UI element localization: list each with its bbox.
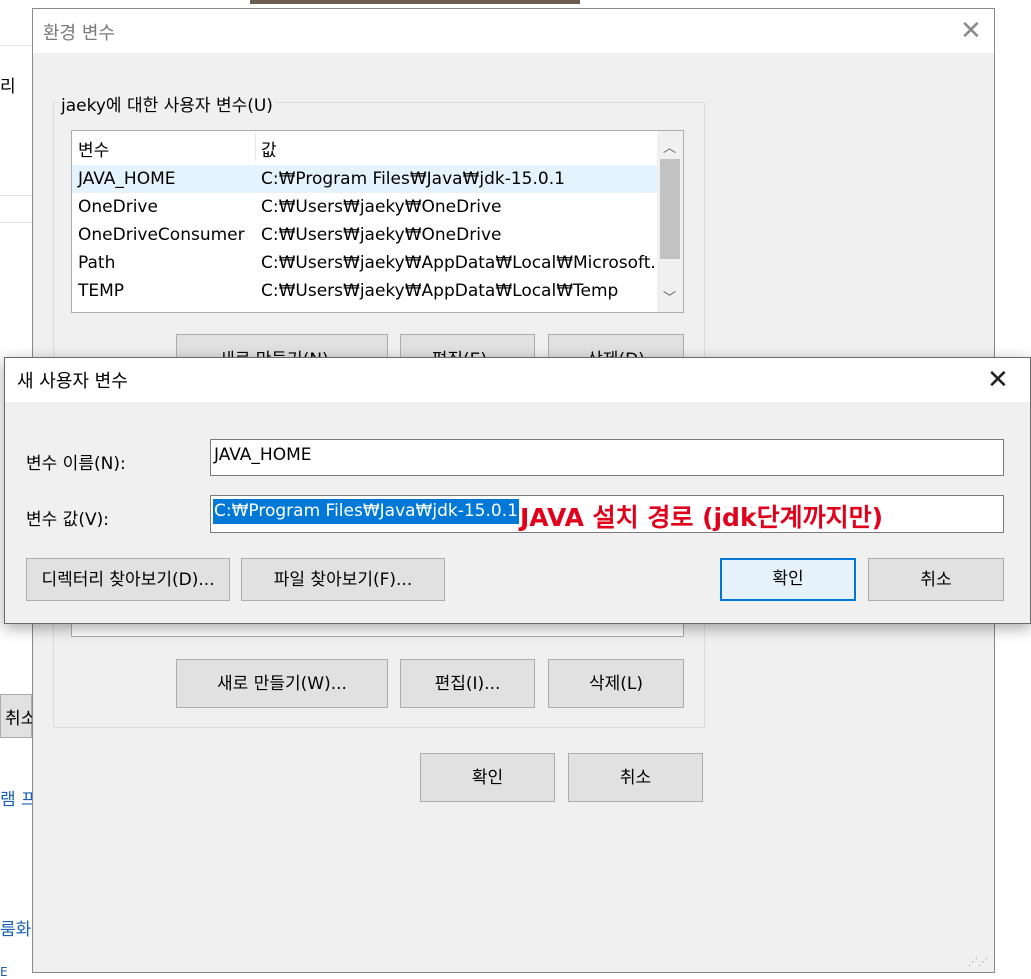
divider — [0, 45, 32, 46]
cancel-button[interactable]: 취소 — [868, 558, 1004, 601]
user-variables-list[interactable]: 변수 값 JAVA_HOME C:₩Program Files₩Java₩jdk… — [71, 130, 684, 313]
close-icon[interactable]: ✕ — [960, 18, 982, 44]
list-row[interactable]: OneDrive C:₩Users₩jaeky₩OneDrive — [72, 193, 657, 221]
row-value: C:₩Users₩jaeky₩OneDrive — [261, 225, 502, 245]
system-edit-button[interactable]: 편집(I)... — [400, 659, 535, 708]
system-delete-button[interactable]: 삭제(L) — [548, 659, 684, 708]
column-header-name[interactable]: 변수 — [78, 136, 109, 161]
variable-name-label: 변수 이름(N): — [26, 454, 126, 474]
variable-value-input[interactable]: C:₩Program Files₩Java₩jdk-15.0.1 JAVA 설치… — [210, 495, 1004, 533]
title-bar: 환경 변수 ✕ — [33, 9, 994, 53]
row-value: C:₩Program Files₩Java₩jdk-15.0.1 — [261, 169, 565, 189]
background-text: 리 — [0, 77, 16, 97]
chevron-up-icon[interactable]: ︿ — [663, 137, 676, 156]
background-cancel-button[interactable]: 취소 — [0, 694, 36, 738]
browse-file-button[interactable]: 파일 찾아보기(F)... — [241, 558, 445, 601]
title-bar: 새 사용자 변수 ✕ — [5, 358, 1030, 402]
list-row[interactable]: Path C:₩Users₩jaeky₩AppData₩Local₩Micros… — [72, 249, 667, 277]
variable-name-input[interactable]: JAVA_HOME — [210, 439, 1004, 476]
list-row[interactable]: TEMP C:₩Users₩jaeky₩AppData₩Local₩Temp — [72, 277, 657, 305]
row-name: JAVA_HOME — [78, 169, 176, 189]
user-variables-group-label: jaeky에 대한 사용자 변수(U) — [59, 91, 275, 116]
dialog-title: 환경 변수 — [43, 23, 115, 44]
variable-value-label: 변수 값(V): — [26, 510, 109, 530]
background-photo-strip — [250, 0, 580, 4]
list-row[interactable]: OneDriveConsumer C:₩Users₩jaeky₩OneDrive — [72, 221, 657, 249]
new-user-variable-dialog: 새 사용자 변수 ✕ 변수 이름(N): JAVA_HOME 변수 값(V): … — [4, 357, 1031, 624]
scroll-thumb[interactable] — [660, 159, 680, 259]
row-name: OneDriveConsumer — [78, 225, 245, 245]
chevron-down-icon[interactable]: ﹀ — [663, 287, 676, 306]
variable-value-selected-text: C:₩Program Files₩Java₩jdk-15.0.1 — [213, 499, 519, 524]
cancel-button[interactable]: 취소 — [568, 753, 703, 802]
divider — [0, 222, 32, 223]
install-path-annotation: JAVA 설치 경로 (jdk단계까지만) — [520, 503, 884, 532]
column-header-value[interactable]: 값 — [261, 136, 277, 161]
list-row[interactable]: JAVA_HOME C:₩Program Files₩Java₩jdk-15.0… — [72, 165, 657, 193]
browse-directory-button[interactable]: 디렉터리 찾아보기(D)... — [26, 558, 230, 601]
variable-name-value: JAVA_HOME — [214, 445, 312, 465]
row-name: TEMP — [78, 281, 125, 301]
row-value: C:₩Users₩jaeky₩OneDrive — [261, 197, 502, 217]
ok-button[interactable]: 확인 — [720, 558, 856, 601]
dialog-title: 새 사용자 변수 — [17, 371, 128, 392]
vertical-scrollbar[interactable]: ︿ ﹀ — [657, 131, 683, 312]
close-icon[interactable]: ✕ — [987, 367, 1009, 393]
divider — [0, 195, 32, 196]
ok-button[interactable]: 확인 — [420, 753, 555, 802]
row-name: Path — [78, 253, 116, 273]
row-name: OneDrive — [78, 197, 158, 217]
system-new-button[interactable]: 새로 만들기(W)... — [176, 659, 388, 708]
background-link[interactable]: 룸화 — [0, 915, 31, 940]
list-header: 변수 값 — [72, 131, 683, 161]
row-value: C:₩Users₩jaeky₩AppData₩Local₩Microsoft..… — [261, 253, 667, 273]
resize-grip-icon[interactable]: ⋰⋰ — [968, 957, 988, 968]
row-value: C:₩Users₩jaeky₩AppData₩Local₩Temp — [261, 281, 619, 301]
